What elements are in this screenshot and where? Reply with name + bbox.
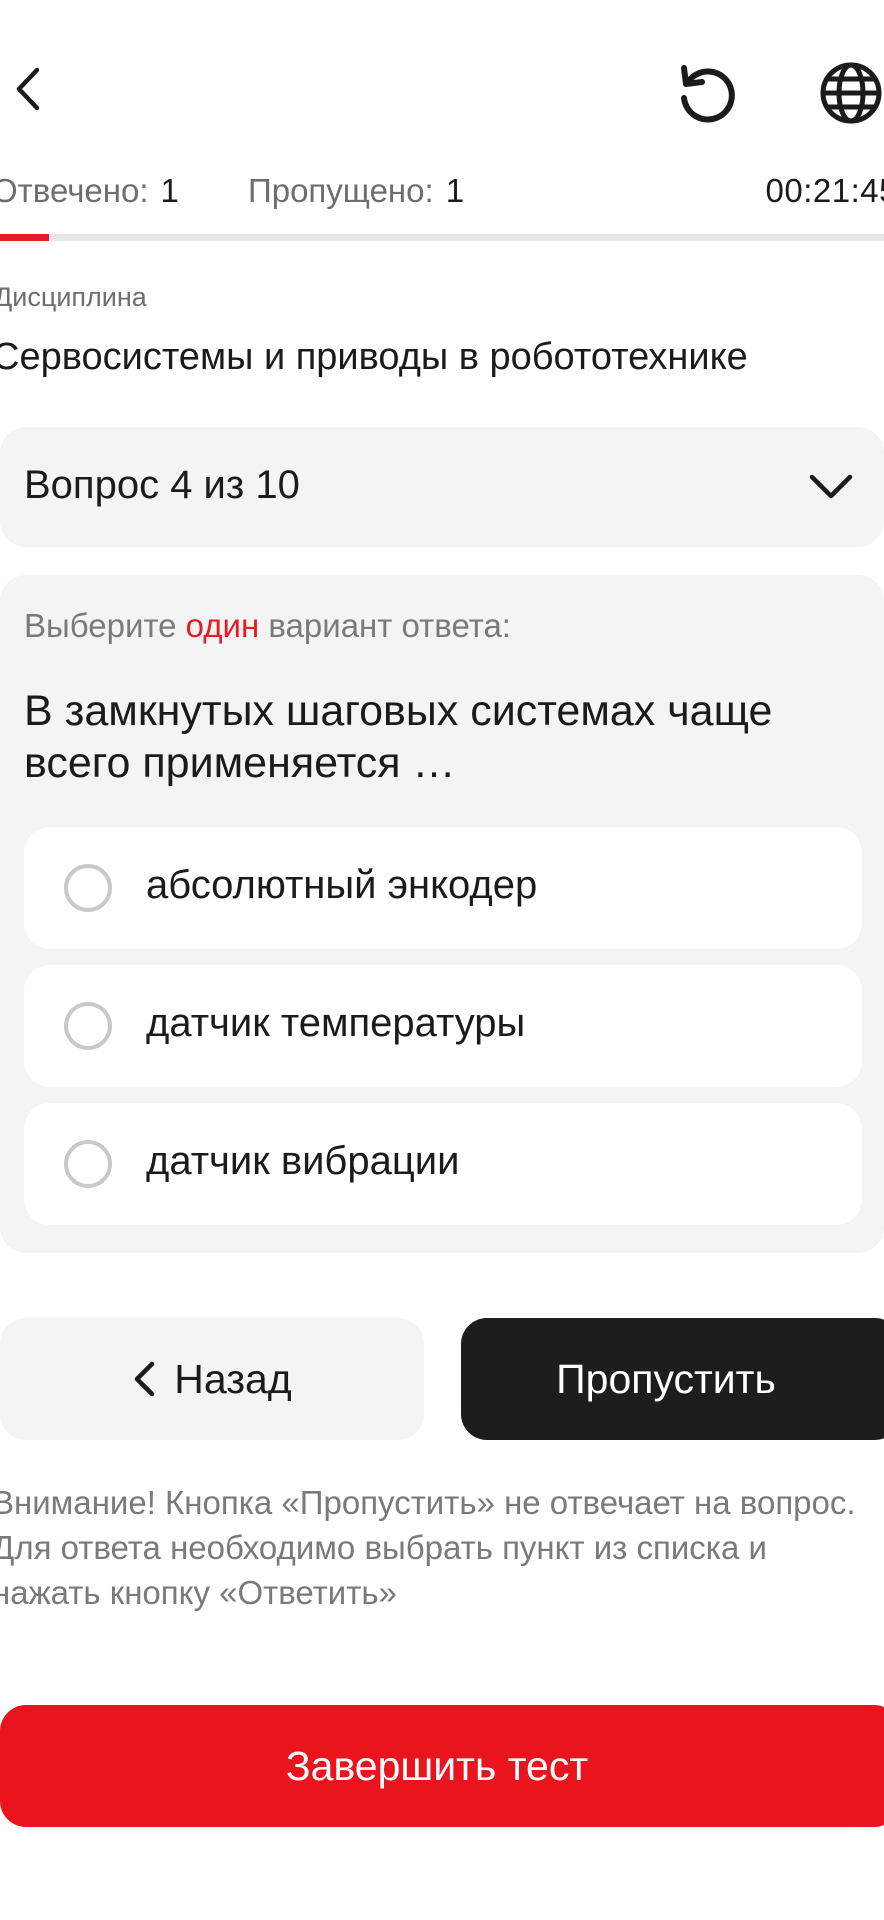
question-text: В замкнутых шаговых системах чаще всего …	[24, 687, 773, 787]
option-label: датчик вибрации	[146, 1139, 460, 1183]
finish-test-button[interactable]: Завершить тест	[0, 1705, 884, 1827]
test-stats: Отвечено: 1 Пропущено: 1 00:21:45	[0, 172, 884, 216]
answer-option[interactable]: абсолютный энкодер	[24, 827, 862, 949]
progress-bar	[0, 234, 884, 241]
radio-button[interactable]	[64, 864, 112, 912]
chevron-left-icon	[16, 67, 40, 111]
skipped-value: 1	[445, 172, 465, 209]
answered-counter: Отвечено: 1	[0, 172, 179, 210]
hint-accent: один	[185, 607, 260, 644]
radio-button[interactable]	[64, 1140, 112, 1188]
answered-value: 1	[160, 172, 179, 209]
question-number: Вопрос 4 из 10	[24, 463, 300, 507]
chevron-down-icon	[809, 474, 853, 499]
chevron-left-icon	[135, 1361, 155, 1397]
hint-suffix: вариант ответа:	[259, 607, 511, 644]
skipped-label: Пропущено:	[248, 172, 434, 209]
prev-question-button[interactable]: Назад	[0, 1318, 424, 1440]
discipline-label: Дисциплина	[0, 282, 147, 312]
timer: 00:21:45	[765, 172, 884, 209]
prev-button-label: Назад	[174, 1355, 292, 1402]
answer-hint: Выберите один вариант ответа:	[24, 607, 511, 645]
answer-option[interactable]: датчик вибрации	[24, 1103, 862, 1225]
restart-icon	[681, 65, 735, 123]
skip-button[interactable]: Пропустить	[461, 1318, 884, 1440]
restart-button[interactable]	[674, 60, 740, 126]
globe-icon	[820, 62, 882, 124]
skip-button-label: Пропустить	[556, 1355, 776, 1402]
test-screen: Отвечено: 1 Пропущено: 1 00:21:45 Дисципли…	[0, 0, 884, 1920]
answer-option[interactable]: датчик температуры	[24, 965, 862, 1087]
radio-button[interactable]	[64, 1002, 112, 1050]
finish-button-label: Завершить тест	[285, 1742, 589, 1789]
answered-label: Отвечено:	[0, 172, 149, 209]
question-card: Выберите один вариант ответа: В замкнуты…	[0, 575, 884, 1253]
language-button[interactable]	[818, 60, 884, 126]
skipped-counter: Пропущено: 1	[248, 172, 464, 210]
back-button[interactable]	[6, 62, 50, 116]
progress-fill	[0, 234, 49, 241]
discipline-name: Сервосистемы и приводы в робототехнике	[0, 336, 748, 378]
option-label: абсолютный энкодер	[146, 863, 538, 907]
option-label: датчик температуры	[146, 1001, 526, 1045]
skip-warning-text: Внимание! Кнопка «Пропустить» не отвечае…	[0, 1484, 856, 1611]
hint-prefix: Выберите	[24, 607, 186, 644]
question-selector[interactable]: Вопрос 4 из 10	[0, 427, 884, 547]
